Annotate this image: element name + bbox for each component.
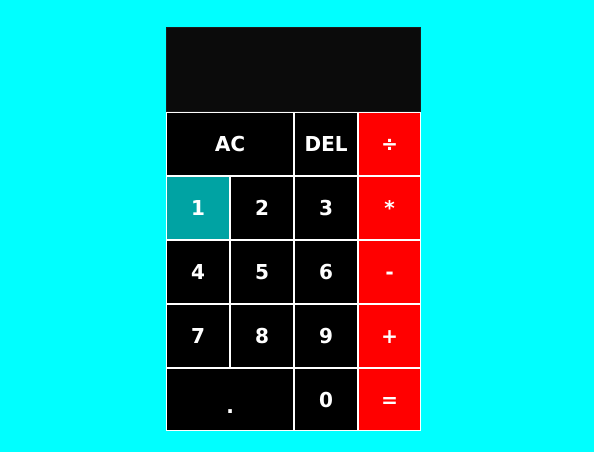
digit-8-button[interactable]: 8 [230,304,294,368]
digit-3-button[interactable]: 3 [294,176,358,240]
digit-5-button[interactable]: 5 [230,240,294,304]
multiply-button[interactable]: * [358,176,421,240]
clear-all-button[interactable]: AC [166,112,294,176]
digit-4-button[interactable]: 4 [166,240,230,304]
calculator-display [166,27,421,112]
divide-button[interactable]: ÷ [358,112,421,176]
calculator: AC DEL ÷ 1 2 3 * 4 5 6 - 7 8 9 + . 0 = [166,27,421,431]
digit-9-button[interactable]: 9 [294,304,358,368]
digit-0-button[interactable]: 0 [294,368,358,431]
add-button[interactable]: + [358,304,421,368]
digit-2-button[interactable]: 2 [230,176,294,240]
digit-7-button[interactable]: 7 [166,304,230,368]
decimal-point-button[interactable]: . [166,368,294,431]
decimal-point-label: . [226,393,234,418]
equals-button[interactable]: = [358,368,421,431]
delete-button[interactable]: DEL [294,112,358,176]
digit-1-button[interactable]: 1 [166,176,230,240]
subtract-button[interactable]: - [358,240,421,304]
digit-6-button[interactable]: 6 [294,240,358,304]
